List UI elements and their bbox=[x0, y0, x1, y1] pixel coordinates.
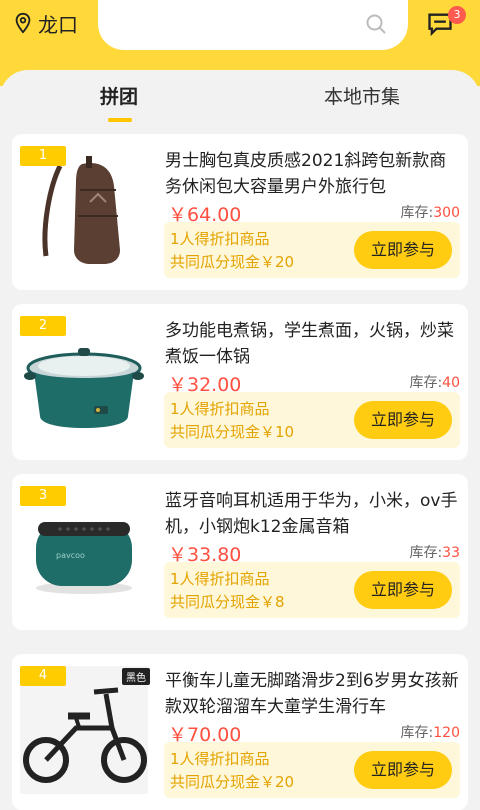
product-title: 男士胸包真皮质感2021斜跨包新款商务休闲包大容量男户外旅行包 bbox=[165, 151, 447, 197]
stock-count: 300 bbox=[433, 205, 460, 221]
deal-line-2: 共同瓜分现金￥20 bbox=[170, 773, 295, 791]
rank-badge: 1 bbox=[20, 146, 66, 166]
deal-line-2: 共同瓜分现金￥10 bbox=[170, 423, 295, 441]
join-button[interactable]: 立即参与 bbox=[354, 401, 452, 439]
deal-line-1: 1人得折扣商品 bbox=[170, 570, 270, 588]
product-title: 平衡车儿童无脚踏滑步2到6岁男女孩新款双轮溜溜车大童学生滑行车 bbox=[165, 671, 459, 717]
deal-line-1: 1人得折扣商品 bbox=[170, 750, 270, 768]
deal-line-2: 共同瓜分现金￥20 bbox=[170, 253, 295, 271]
message-badge: 3 bbox=[448, 6, 466, 24]
deal-box: 1人得折扣商品 共同瓜分现金￥10 立即参与 bbox=[164, 392, 460, 448]
stock-label: 库存: bbox=[409, 545, 443, 561]
rank-badge: 3 bbox=[20, 486, 66, 506]
product-card[interactable]: 2 多功能电煮锅，学生煮面，火锅，炒菜煮饭一体锅 ￥32.00 库存:40 1人… bbox=[12, 304, 468, 460]
tab-group-buy[interactable]: 拼团 bbox=[100, 82, 138, 109]
stock-info: 库存:120 bbox=[401, 722, 460, 742]
product-title: 蓝牙音响耳机适用于华为，小米，ov手机，小钢炮k12金属音箱 bbox=[165, 491, 458, 537]
location-pin-icon bbox=[15, 12, 31, 34]
deal-line-1: 1人得折扣商品 bbox=[170, 230, 270, 248]
location-label: 龙口 bbox=[38, 12, 78, 37]
deal-box: 1人得折扣商品 共同瓜分现金￥20 立即参与 bbox=[164, 742, 460, 798]
deal-line-1: 1人得折扣商品 bbox=[170, 400, 270, 418]
tab-local-market[interactable]: 本地市集 bbox=[324, 82, 400, 109]
stock-info: 库存:33 bbox=[409, 542, 460, 562]
stock-info: 库存:40 bbox=[409, 372, 460, 392]
product-card[interactable]: 4 黑色 平衡车儿童无脚踏滑步2到6岁男女孩新款双轮溜溜车大童学生滑行车 ￥70… bbox=[12, 654, 468, 810]
tab-bar: 拼团 本地市集 bbox=[0, 70, 480, 130]
join-button[interactable]: 立即参与 bbox=[354, 571, 452, 609]
join-button[interactable]: 立即参与 bbox=[354, 751, 452, 789]
stock-label: 库存: bbox=[409, 375, 443, 391]
stock-count: 40 bbox=[442, 375, 460, 391]
deal-line-2: 共同瓜分现金￥8 bbox=[170, 593, 285, 611]
content-panel: 拼团 本地市集 1 男士胸包真皮质感2021斜跨包新款商务休闲包大容量男户外旅行… bbox=[0, 70, 480, 810]
stock-label: 库存: bbox=[400, 205, 434, 221]
speaker-brand: pavcoo bbox=[56, 551, 85, 560]
stock-info: 库存:300 bbox=[401, 202, 460, 222]
color-tag: 黑色 bbox=[122, 668, 150, 685]
stock-count: 120 bbox=[433, 725, 460, 741]
product-card[interactable]: 1 男士胸包真皮质感2021斜跨包新款商务休闲包大容量男户外旅行包 ￥64.00… bbox=[12, 134, 468, 290]
join-button[interactable]: 立即参与 bbox=[354, 231, 452, 269]
active-tab-indicator bbox=[108, 118, 132, 122]
stock-label: 库存: bbox=[400, 725, 434, 741]
stock-count: 33 bbox=[442, 545, 460, 561]
product-title: 多功能电煮锅，学生煮面，火锅，炒菜煮饭一体锅 bbox=[165, 321, 454, 367]
deal-box: 1人得折扣商品 共同瓜分现金￥8 立即参与 bbox=[164, 562, 460, 618]
rank-badge: 4 bbox=[20, 666, 66, 686]
search-icon[interactable] bbox=[364, 12, 388, 36]
deal-box: 1人得折扣商品 共同瓜分现金￥20 立即参与 bbox=[164, 222, 460, 278]
location-selector[interactable]: 龙口 bbox=[12, 8, 78, 38]
rank-badge: 2 bbox=[20, 316, 66, 336]
product-card[interactable]: 3 pavcoo 蓝牙音响耳机适用于华为，小米，ov手机，小钢炮k12金属音箱 … bbox=[12, 474, 468, 630]
search-input[interactable] bbox=[98, 0, 408, 50]
